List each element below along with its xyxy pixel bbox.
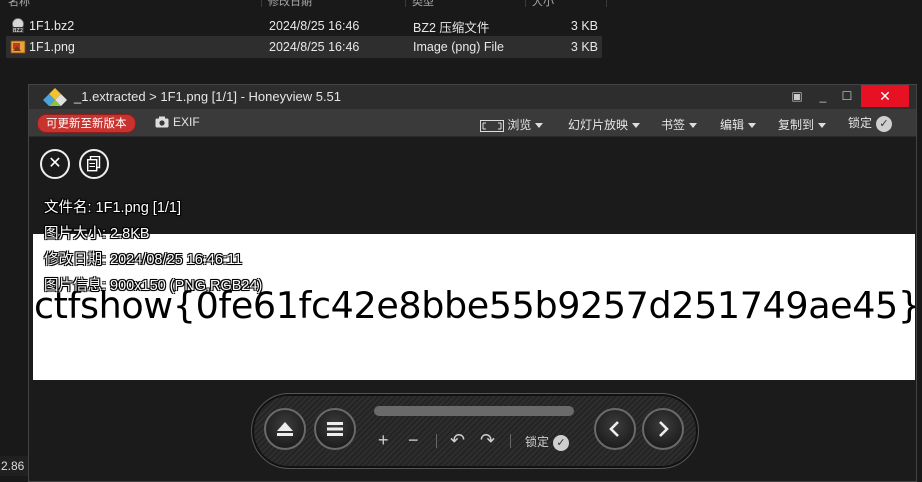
next-icon [659, 421, 669, 437]
control-panel: + − ↶ ↷ 锁定 ✓ [251, 393, 699, 469]
eject-button[interactable] [264, 408, 306, 450]
bz2-file-icon: BZ2 [12, 18, 24, 34]
divider [436, 434, 437, 448]
exif-label: EXIF [173, 115, 200, 129]
column-divider[interactable] [606, 0, 607, 7]
column-divider[interactable] [525, 0, 526, 7]
previous-button[interactable] [594, 408, 636, 450]
zoom-in-icon[interactable]: + [378, 430, 389, 451]
camera-icon [155, 116, 169, 128]
rotate-right-icon[interactable]: ↷ [480, 430, 495, 451]
menu-button[interactable] [314, 408, 356, 450]
close-circle-icon: ✕ [48, 155, 62, 172]
close-overlay-button[interactable]: ✕ [40, 149, 70, 179]
chevron-down-icon [689, 123, 698, 129]
minimize-button[interactable]: _ [810, 85, 836, 107]
chevron-down-icon [818, 123, 827, 129]
copy-info-button[interactable] [79, 149, 109, 179]
column-divider[interactable] [405, 0, 406, 7]
compact-mode-button[interactable]: ▣ [784, 85, 810, 107]
file-type: Image (png) File [413, 40, 505, 54]
lock-toggle[interactable]: 锁定 ✓ [848, 114, 893, 132]
position-slider[interactable] [374, 406, 574, 416]
file-name: 1F1.png [29, 40, 75, 54]
panel-lock-toggle[interactable]: 锁定 ✓ [525, 433, 570, 451]
png-file-icon [10, 40, 26, 54]
slideshow-menu[interactable]: 幻灯片放映 [568, 116, 641, 133]
column-type-header[interactable]: 类型 [412, 0, 434, 9]
slideshow-label: 幻灯片放映 [568, 118, 629, 132]
zoom-out-icon[interactable]: − [408, 430, 419, 451]
browse-menu[interactable]: 浏览 [480, 116, 544, 133]
copy-to-label: 复制到 [778, 118, 815, 132]
info-image-details: 图片信息: 900x150 (PNG,RGB24) [44, 278, 263, 294]
column-divider[interactable] [261, 0, 262, 7]
chevron-down-icon [535, 123, 544, 129]
fit-window-icon [480, 119, 504, 132]
close-button[interactable]: ✕ [861, 85, 909, 107]
toolbar: 可更新至新版本 EXIF 浏览 幻灯片放映 书签 编辑 复制到 锁定 ✓ [29, 109, 916, 137]
file-explorer: 名称 修改日期 类型 大小 BZ2 1F1.bz2 2024/8/25 16:4… [0, 0, 922, 84]
chevron-down-icon [632, 123, 641, 129]
bookmark-menu[interactable]: 书签 [661, 116, 698, 133]
edit-label: 编辑 [720, 118, 745, 132]
rotate-left-icon[interactable]: ↶ [450, 430, 465, 451]
honeyview-app-icon [43, 88, 67, 106]
info-modified-date: 修改日期: 2024/08/25 16:46:11 [44, 252, 243, 268]
file-type: BZ2 压缩文件 [413, 20, 490, 35]
menu-icon [327, 422, 343, 436]
svg-text:BZ2: BZ2 [13, 28, 23, 34]
maximize-button[interactable]: ☐ [834, 85, 860, 107]
column-name-header[interactable]: 名称 [8, 0, 30, 9]
column-date-header[interactable]: 修改日期 [268, 0, 312, 9]
file-date: 2024/8/25 16:46 [269, 19, 360, 33]
edit-menu[interactable]: 编辑 [720, 116, 757, 133]
divider [510, 434, 511, 448]
check-icon: ✓ [876, 115, 893, 132]
check-icon: ✓ [553, 434, 570, 451]
file-row[interactable]: BZ2 1F1.bz2 2024/8/25 16:46 BZ2 压缩文件 3 K… [6, 15, 602, 37]
file-size: 3 KB [570, 40, 598, 54]
exif-button[interactable]: EXIF [155, 115, 200, 129]
update-button[interactable]: 可更新至新版本 [37, 114, 136, 133]
column-size-header[interactable]: 大小 [532, 0, 554, 9]
info-filesize: 图片大小: 2.8KB [44, 226, 150, 242]
panel-lock-label: 锁定 [525, 435, 550, 449]
title-bar[interactable]: _1.extracted > 1F1.png [1/1] - Honeyview… [29, 85, 916, 109]
file-row-selected[interactable]: 1F1.png 2024/8/25 16:46 Image (png) File… [6, 36, 602, 58]
info-filename: 文件名: 1F1.png [1/1] [44, 200, 182, 216]
eject-icon [277, 422, 293, 436]
lock-label: 锁定 [848, 116, 873, 130]
copy-icon [86, 155, 101, 172]
next-button[interactable] [642, 408, 684, 450]
window-title: _1.extracted > 1F1.png [1/1] - Honeyview… [74, 89, 342, 104]
copy-to-menu[interactable]: 复制到 [778, 116, 827, 133]
bookmark-label: 书签 [661, 118, 686, 132]
file-size: 3 KB [570, 19, 598, 33]
browse-label: 浏览 [507, 118, 532, 132]
chevron-down-icon [748, 123, 757, 129]
prev-icon [609, 421, 619, 437]
explorer-status-text: 2.86 I [0, 456, 28, 476]
file-name: 1F1.bz2 [29, 19, 75, 33]
honeyview-window: _1.extracted > 1F1.png [1/1] - Honeyview… [28, 84, 917, 482]
explorer-column-header: 名称 修改日期 类型 大小 [0, 0, 610, 9]
file-date: 2024/8/25 16:46 [269, 40, 360, 54]
